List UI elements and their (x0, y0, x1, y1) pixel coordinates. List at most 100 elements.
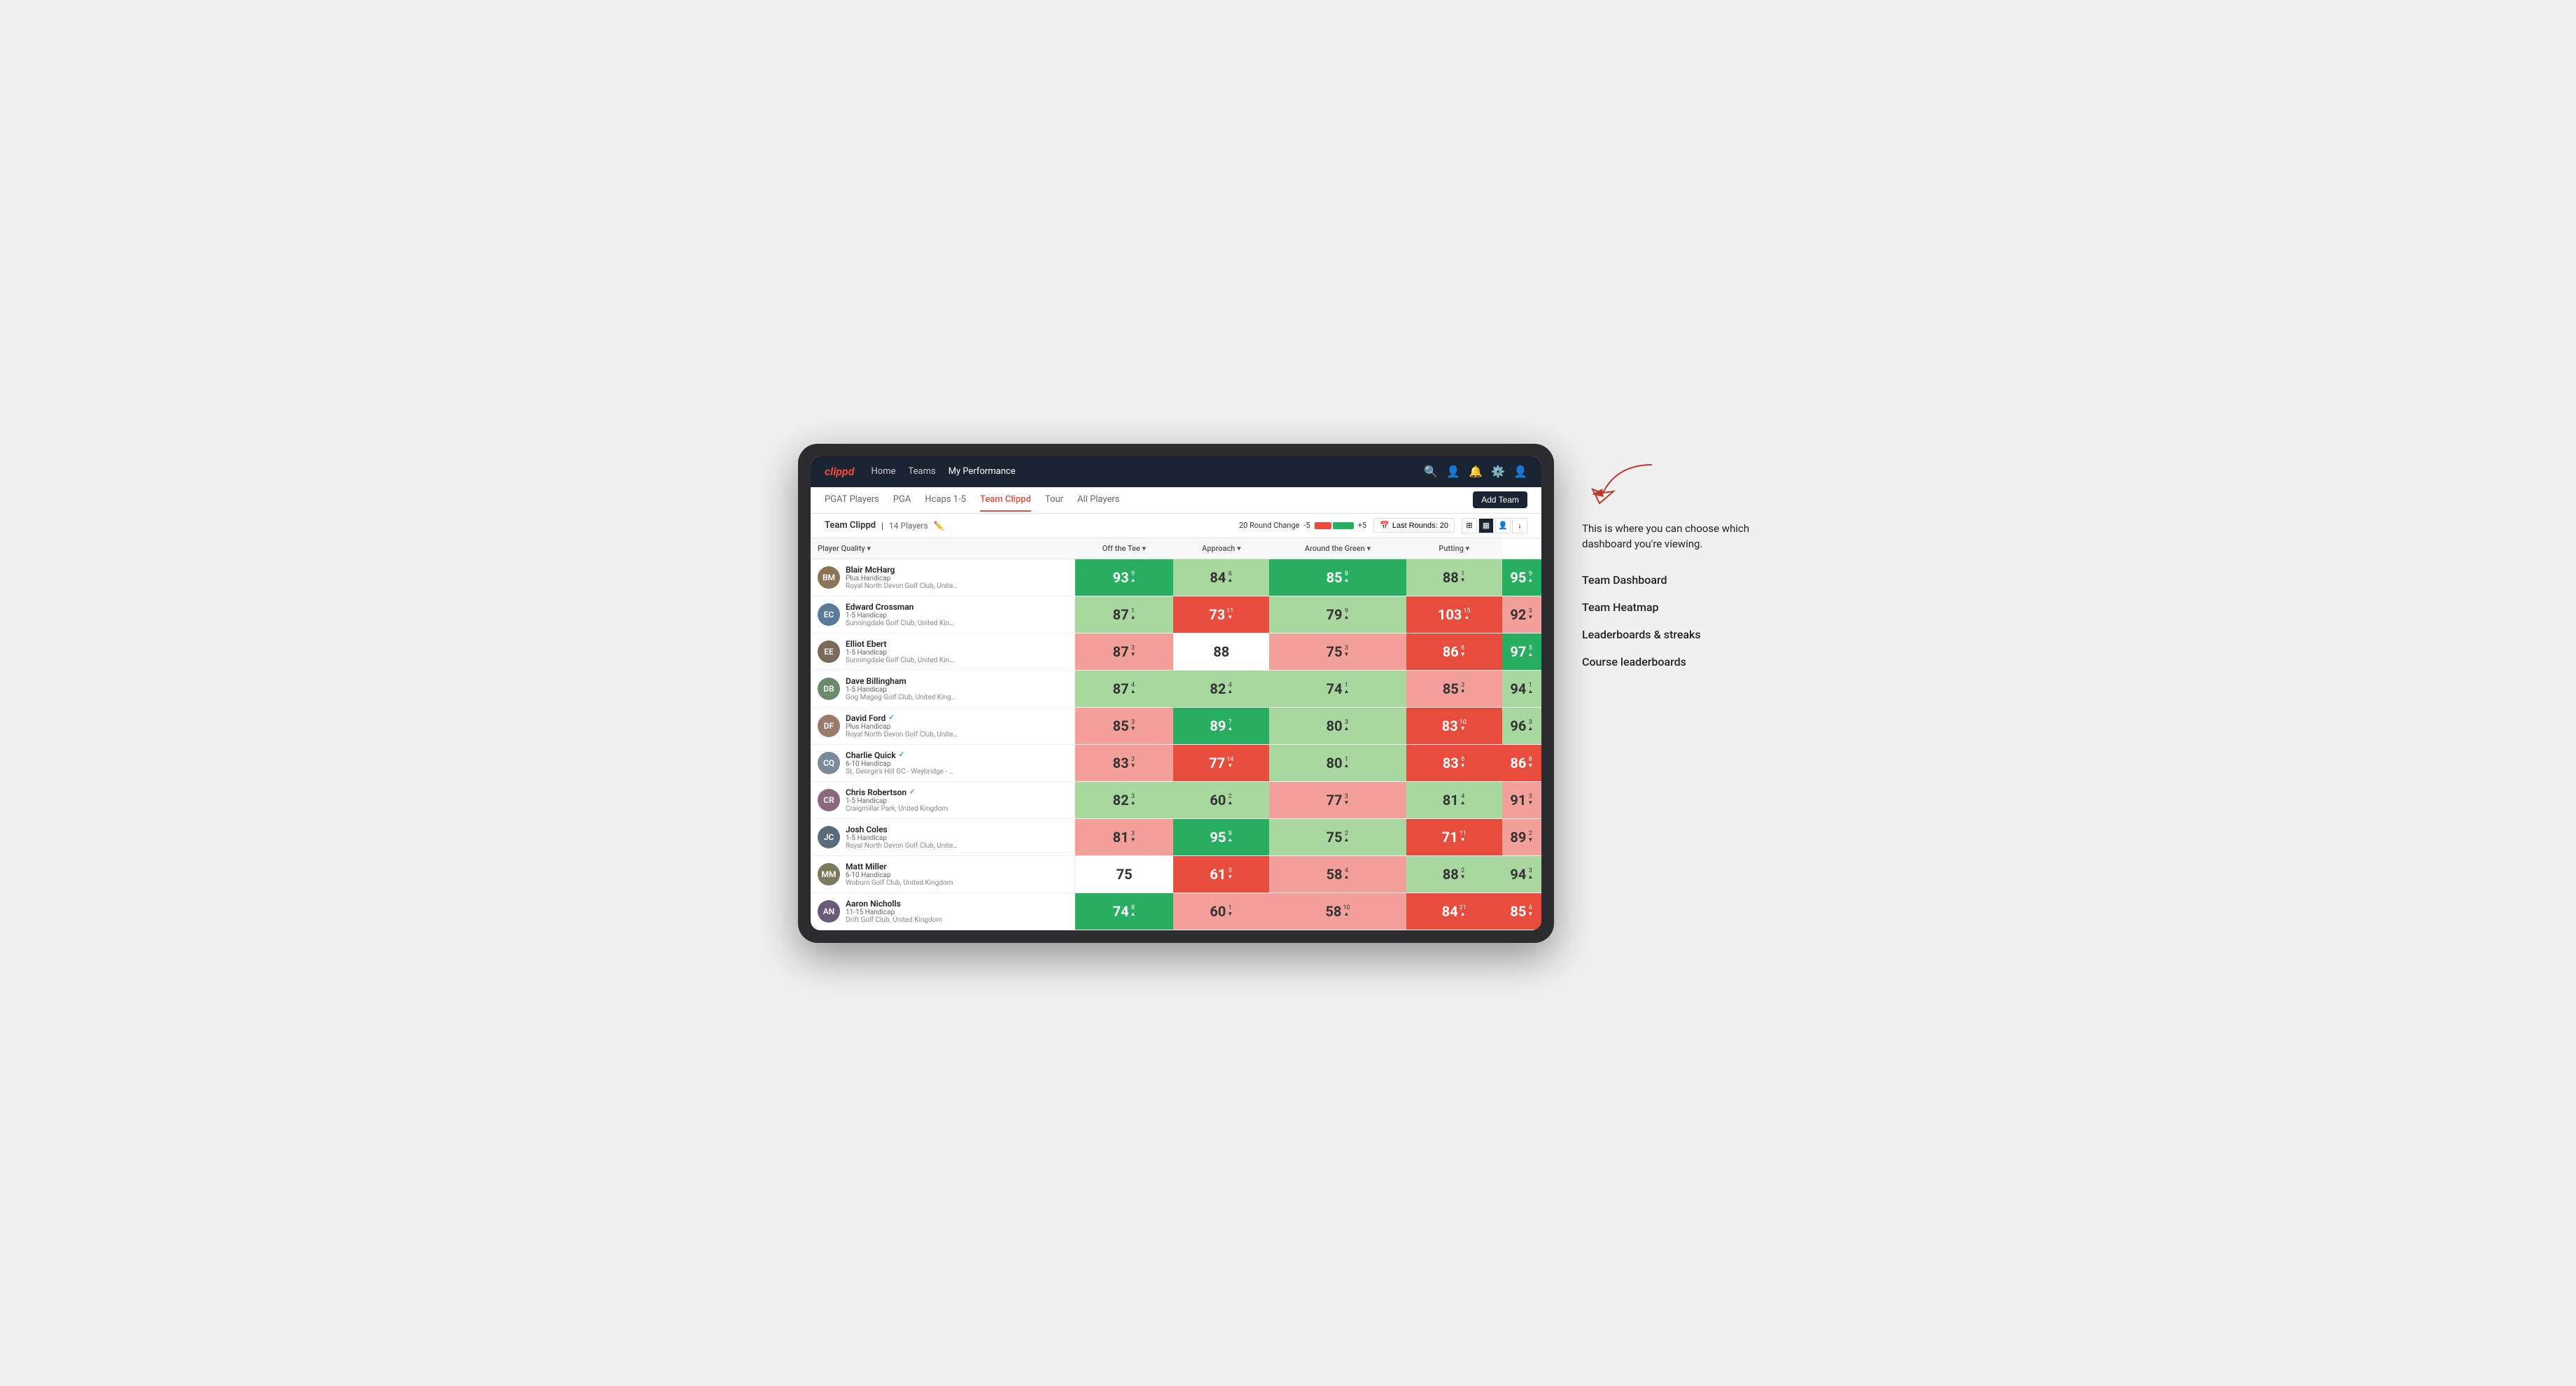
arrow-up-icon: ▲ (1527, 578, 1533, 583)
player-info: Chris Robertson ✓1-5 HandicapCraigmillar… (846, 788, 948, 813)
score-cell: 801▲ (1269, 744, 1406, 781)
last-rounds-button[interactable]: 📅 Last Rounds: 20 (1373, 518, 1455, 533)
round-change-label: 20 Round Change (1239, 521, 1300, 530)
score-number: 95 (1510, 569, 1526, 586)
score-change: 1▼ (1460, 571, 1466, 583)
player-name: Dave Billingham (846, 676, 958, 686)
score-change: 8▼ (1527, 757, 1533, 769)
arrow-down-icon: ▼ (1460, 578, 1466, 583)
player-info: Elliot Ebert1-5 HandicapSunningdale Golf… (846, 639, 958, 664)
arrow-down-icon: ▼ (1460, 726, 1466, 732)
team-count: 14 Players (889, 521, 928, 531)
score-change: 7▲ (1227, 720, 1233, 732)
minus-label: -5 (1304, 521, 1310, 530)
score-change: 3▼ (1527, 608, 1533, 620)
player-cell[interactable]: DBDave Billingham1-5 HandicapGog Magog G… (811, 671, 1074, 707)
team-header-right: 20 Round Change -5 +5 📅 Last Rounds: 20 (1239, 518, 1527, 533)
score-inner: 799▲ (1269, 596, 1406, 633)
score-cell: 10315▲ (1406, 596, 1502, 633)
player-info: Matt Miller6-10 HandicapWoburn Golf Club… (846, 862, 953, 887)
col-approach[interactable]: Approach ▾ (1173, 538, 1269, 559)
player-cell[interactable]: CQCharlie Quick ✓6-10 HandicapSt. George… (811, 745, 1074, 781)
player-info: Dave Billingham1-5 HandicapGog Magog Gol… (846, 676, 958, 701)
arrow-up-icon: ▲ (1344, 726, 1350, 732)
arrow-down-icon: ▼ (1227, 874, 1233, 880)
arrow-down-icon: ▼ (1527, 911, 1533, 917)
nav-home[interactable]: Home (872, 463, 896, 479)
bell-icon[interactable]: 🔔 (1469, 465, 1483, 478)
arrow-down-icon: ▼ (1460, 874, 1466, 880)
player-info: Josh Coles1-5 HandicapRoyal North Devon … (846, 825, 958, 850)
arrow-down-icon: ▼ (1527, 837, 1533, 843)
score-number: 77 (1326, 792, 1343, 808)
score-cell: 8310▼ (1406, 707, 1502, 744)
col-off-tee[interactable]: Off the Tee ▾ (1074, 538, 1173, 559)
list-view-button[interactable]: ▦ (1478, 518, 1494, 533)
player-club: Sunningdale Golf Club, United Kingdom (846, 620, 958, 627)
nav-teams[interactable]: Teams (908, 463, 935, 479)
calendar-icon: 📅 (1380, 521, 1390, 530)
player-club: Royal North Devon Golf Club, United King… (846, 842, 958, 850)
player-cell[interactable]: BMBlair McHargPlus HandicapRoyal North D… (811, 559, 1074, 596)
score-number: 61 (1210, 866, 1226, 883)
score-number: 96 (1510, 718, 1526, 734)
arrow-down-icon: ▼ (1130, 726, 1136, 732)
score-cell: 814▲ (1406, 781, 1502, 818)
player-cell[interactable]: JCJosh Coles1-5 HandicapRoyal North Devo… (811, 819, 1074, 855)
table-row: DBDave Billingham1-5 HandicapGog Magog G… (811, 670, 1541, 707)
score-inner: 10315▲ (1406, 596, 1502, 633)
score-inner: 741▲ (1269, 671, 1406, 707)
annotation-team-heatmap: Team Heatmap (1582, 601, 1778, 614)
score-change: 8▲ (1344, 571, 1350, 583)
score-change: 1▲ (1130, 608, 1136, 620)
player-cell-container: DFDavid Ford ✓Plus HandicapRoyal North D… (811, 707, 1074, 744)
player-name: David Ford ✓ (846, 713, 958, 723)
edit-icon[interactable]: ✏️ (934, 521, 944, 531)
sub-nav-team-clippd[interactable]: Team Clippd (980, 489, 1031, 512)
nav-my-performance[interactable]: My Performance (948, 463, 1016, 479)
arrow-up-icon: ▲ (1344, 763, 1350, 769)
player-cell[interactable]: MMMatt Miller6-10 HandicapWoburn Golf Cl… (811, 856, 1074, 892)
arrow-down-icon: ▼ (1227, 911, 1233, 917)
sub-nav-tour[interactable]: Tour (1045, 489, 1063, 512)
avatar: BM (818, 566, 840, 589)
col-putting[interactable]: Putting ▾ (1406, 538, 1502, 559)
score-number: 88 (1213, 643, 1229, 660)
grid-view-button[interactable]: ⊞ (1462, 518, 1477, 533)
player-cell[interactable]: CRChris Robertson ✓1-5 HandicapCraigmill… (811, 782, 1074, 818)
user-icon[interactable]: 👤 (1446, 465, 1460, 478)
score-inner: 814▲ (1406, 782, 1502, 818)
score-inner: 939▲ (1075, 559, 1174, 596)
team-header-left: Team Clippd | 14 Players ✏️ (825, 520, 1232, 531)
add-team-button[interactable]: Add Team (1473, 491, 1527, 508)
score-inner: 602▲ (1173, 782, 1269, 818)
search-icon[interactable]: 🔍 (1424, 465, 1438, 478)
player-name: Edward Crossman (846, 602, 958, 612)
score-cell: 913▼ (1502, 781, 1541, 818)
score-number: 89 (1510, 829, 1526, 846)
person-view-button[interactable]: 👤 (1495, 518, 1511, 533)
sub-nav-all-players[interactable]: All Players (1077, 489, 1119, 512)
score-change: 11▼ (1460, 831, 1466, 843)
col-player[interactable]: Player Quality ▾ (811, 538, 1074, 559)
player-cell[interactable]: DFDavid Ford ✓Plus HandicapRoyal North D… (811, 708, 1074, 744)
annotation-course-leaderboards: Course leaderboards (1582, 655, 1778, 668)
arrow-up-icon: ▲ (1460, 800, 1466, 806)
download-view-button[interactable]: ↓ (1512, 518, 1527, 533)
sub-nav-pga[interactable]: PGA (893, 489, 911, 512)
table-row: DFDavid Ford ✓Plus HandicapRoyal North D… (811, 707, 1541, 744)
score-number: 77 (1209, 755, 1225, 771)
annotation-team-dashboard: Team Dashboard (1582, 573, 1778, 587)
player-cell[interactable]: ECEdward Crossman1-5 HandicapSunningdale… (811, 596, 1074, 633)
player-cell-container: ANAaron Nicholls11-15 HandicapDrift Golf… (811, 892, 1074, 930)
player-cell[interactable]: ANAaron Nicholls11-15 HandicapDrift Golf… (811, 893, 1074, 930)
sub-nav-hcaps[interactable]: Hcaps 1-5 (925, 489, 966, 512)
avatar-icon[interactable]: 👤 (1513, 465, 1527, 478)
score-cell: 741▲ (1269, 670, 1406, 707)
score-cell: 75 (1074, 855, 1173, 892)
score-number: 74 (1326, 680, 1343, 697)
sub-nav-pgat[interactable]: PGAT Players (825, 489, 879, 512)
col-around-green[interactable]: Around the Green ▾ (1269, 538, 1406, 559)
player-cell[interactable]: EEElliot Ebert1-5 HandicapSunningdale Go… (811, 634, 1074, 670)
settings-icon[interactable]: ⚙️ (1491, 465, 1505, 478)
